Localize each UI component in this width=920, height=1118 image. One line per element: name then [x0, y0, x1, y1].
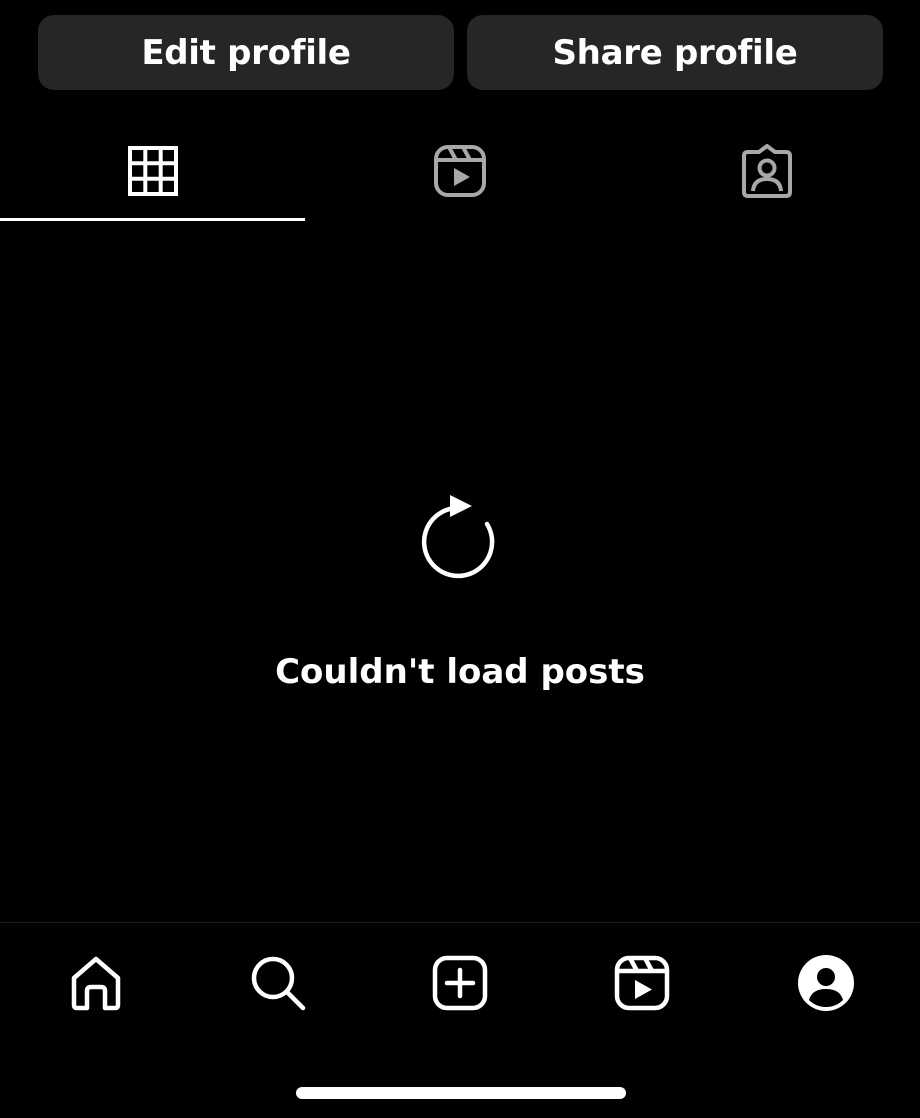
nav-reels[interactable]: [610, 951, 674, 1015]
add-post-icon: [432, 955, 488, 1011]
bottom-navigation: [0, 922, 920, 1118]
nav-search[interactable]: [246, 951, 310, 1015]
tab-tagged[interactable]: [613, 120, 920, 221]
grid-icon: [128, 146, 179, 196]
nav-home[interactable]: [64, 951, 128, 1015]
profile-tabs: [0, 120, 920, 221]
edit-profile-button[interactable]: Edit profile: [38, 15, 454, 90]
reels-icon: [433, 145, 486, 197]
error-message: Couldn't load posts: [275, 652, 645, 692]
profile-actions: Edit profile Share profile: [38, 15, 883, 90]
tagged-person-icon: [741, 144, 792, 198]
refresh-icon[interactable]: [410, 480, 510, 580]
tab-posts-grid[interactable]: [0, 120, 307, 221]
nav-profile[interactable]: [794, 951, 858, 1015]
home-icon: [71, 956, 121, 1011]
search-icon: [251, 956, 306, 1011]
selected-tab-indicator: [0, 218, 305, 221]
profile-avatar-icon: [798, 955, 854, 1011]
home-indicator[interactable]: [296, 1087, 626, 1099]
posts-error-state: Couldn't load posts: [0, 480, 920, 692]
nav-create[interactable]: [428, 951, 492, 1015]
tab-reels[interactable]: [307, 120, 614, 221]
reels-icon: [614, 955, 670, 1011]
share-profile-button[interactable]: Share profile: [467, 15, 883, 90]
